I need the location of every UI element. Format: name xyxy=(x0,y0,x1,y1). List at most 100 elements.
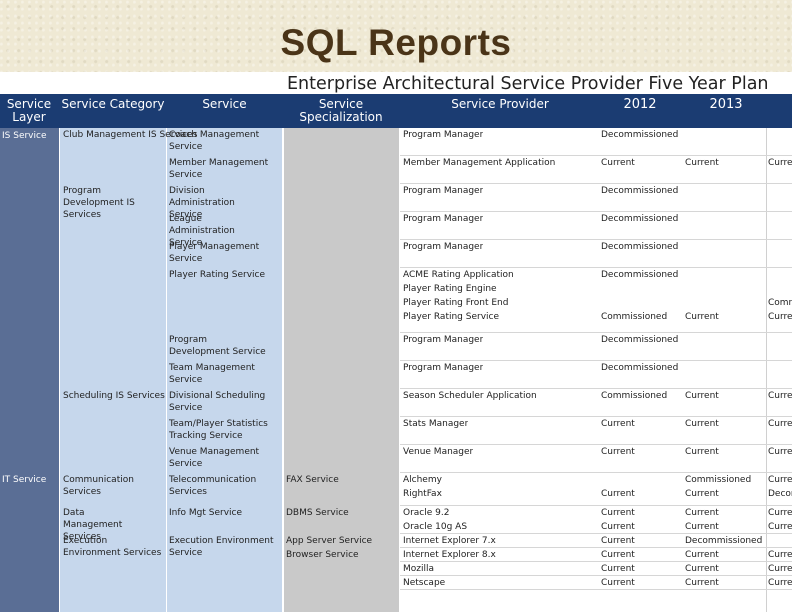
row-divider xyxy=(400,211,792,212)
status-2013-cell: Current xyxy=(685,419,719,429)
provider-cell: Mozilla xyxy=(403,564,435,574)
status-2013-cell: Current xyxy=(685,578,719,588)
provider-cell: Program Manager xyxy=(403,186,484,196)
provider-cell: ACME Rating Application xyxy=(403,270,514,280)
service-label: Team Management Service xyxy=(169,363,255,385)
provider-cell: Program Manager xyxy=(403,242,484,252)
row-divider xyxy=(400,267,792,268)
category-label: Execution Environment Services xyxy=(63,536,162,558)
status-next-cell: Curre xyxy=(768,508,792,518)
table-header: Service Layer Service Category Service S… xyxy=(0,94,792,128)
report-subtitle: Enterprise Architectural Service Provide… xyxy=(287,74,769,94)
row-divider xyxy=(400,472,792,473)
status-2013-cell: Decommissioned xyxy=(685,536,763,546)
provider-cell: RightFax xyxy=(403,489,442,499)
provider-cell: Netscape xyxy=(403,578,446,588)
provider-cell: Oracle 10g AS xyxy=(403,522,468,532)
provider-cell: Internet Explorer 7.x xyxy=(403,536,496,546)
service-label: Program Development Service xyxy=(169,335,266,357)
status-next-cell: Curre xyxy=(768,564,792,574)
layer-it-service: IT Service xyxy=(2,475,47,485)
header-service-category: Service Category xyxy=(61,97,165,111)
provider-cell: Player Rating Front End xyxy=(403,298,509,308)
service-label: Member Management Service xyxy=(169,158,269,180)
provider-cell: Internet Explorer 8.x xyxy=(403,550,496,560)
status-2013-cell: Current xyxy=(685,489,719,499)
category-label: Scheduling IS Services xyxy=(63,391,165,401)
service-label: Player Management Service xyxy=(169,242,260,264)
status-2012-cell: Decommissioned xyxy=(601,270,679,280)
status-2013-cell: Current xyxy=(685,312,719,322)
status-next-cell: Decor xyxy=(768,489,792,499)
service-label: Execution Environment Service xyxy=(169,536,274,558)
row-divider xyxy=(400,505,792,506)
header-service-specialization: Service Specialization xyxy=(299,97,383,124)
status-2013-cell: Current xyxy=(685,550,719,560)
column-divider xyxy=(766,128,767,612)
provider-cell: Program Manager xyxy=(403,130,484,140)
status-2012-cell: Current xyxy=(601,550,635,560)
provider-cell: Venue Manager xyxy=(403,447,474,457)
specialization-label: FAX Service xyxy=(286,475,339,485)
provider-cell: Alchemy xyxy=(403,475,442,485)
provider-cell: Program Manager xyxy=(403,363,484,373)
header-2012: 2012 xyxy=(623,97,657,112)
specialization-label: App Server Service xyxy=(286,536,373,546)
row-divider xyxy=(400,533,792,534)
status-next-cell: Curre xyxy=(768,158,792,168)
row-divider xyxy=(400,416,792,417)
service-label: Info Mgt Service xyxy=(169,508,243,518)
status-2012-cell: Current xyxy=(601,578,635,588)
row-divider xyxy=(400,561,792,562)
header-service-provider: Service Provider xyxy=(451,97,549,111)
report-slide: Enterprise Architectural Service Provide… xyxy=(0,72,792,612)
service-label: Player Rating Service xyxy=(169,270,266,280)
status-2012-cell: Commissioned xyxy=(601,312,668,322)
row-divider xyxy=(400,360,792,361)
header-service-layer: Service Layer xyxy=(6,97,52,124)
row-divider xyxy=(400,183,792,184)
provider-cell: Stats Manager xyxy=(403,419,469,429)
status-2012-cell: Decommissioned xyxy=(601,214,679,224)
row-divider xyxy=(400,547,792,548)
status-2012-cell: Decommissioned xyxy=(601,130,679,140)
specialization-label: Browser Service xyxy=(286,550,359,560)
status-next-cell: Curre xyxy=(768,578,792,588)
provider-cell: Player Rating Engine xyxy=(403,284,497,294)
category-label: Communication Services xyxy=(63,475,134,497)
service-label: Venue Management Service xyxy=(169,447,260,469)
row-divider xyxy=(400,332,792,333)
status-2013-cell: Current xyxy=(685,508,719,518)
status-2012-cell: Current xyxy=(601,158,635,168)
row-divider xyxy=(400,575,792,576)
service-label: Coach Management Service xyxy=(169,130,260,152)
status-next-cell: Curre xyxy=(768,419,792,429)
status-next-cell: Curre xyxy=(768,550,792,560)
row-divider xyxy=(400,444,792,445)
status-next-cell: Comr xyxy=(768,298,792,308)
specialization-label: DBMS Service xyxy=(286,508,349,518)
service-label: Team/Player Statistics Tracking Service xyxy=(169,419,268,441)
layer-column xyxy=(0,128,59,612)
status-2012-cell: Current xyxy=(601,447,635,457)
status-2013-cell: Commissioned xyxy=(685,475,752,485)
status-2013-cell: Current xyxy=(685,391,719,401)
status-2012-cell: Current xyxy=(601,536,635,546)
status-next-cell: Curre xyxy=(768,475,792,485)
status-next-cell: Curre xyxy=(768,522,792,532)
service-label: Divisional Scheduling Service xyxy=(169,391,266,413)
row-divider xyxy=(400,155,792,156)
provider-cell: Season Scheduler Application xyxy=(403,391,537,401)
provider-cell: Oracle 9.2 xyxy=(403,508,450,518)
status-2012-cell: Commissioned xyxy=(601,391,668,401)
status-2012-cell: Current xyxy=(601,508,635,518)
status-2012-cell: Decommissioned xyxy=(601,335,679,345)
status-2013-cell: Current xyxy=(685,447,719,457)
status-2012-cell: Current xyxy=(601,522,635,532)
layer-is-service: IS Service xyxy=(2,131,47,141)
provider-cell: Player Rating Service xyxy=(403,312,500,322)
status-next-cell: Curre xyxy=(768,312,792,322)
service-label: Telecommunication Services xyxy=(169,475,257,497)
status-2013-cell: Current xyxy=(685,158,719,168)
status-next-cell: Curre xyxy=(768,391,792,401)
